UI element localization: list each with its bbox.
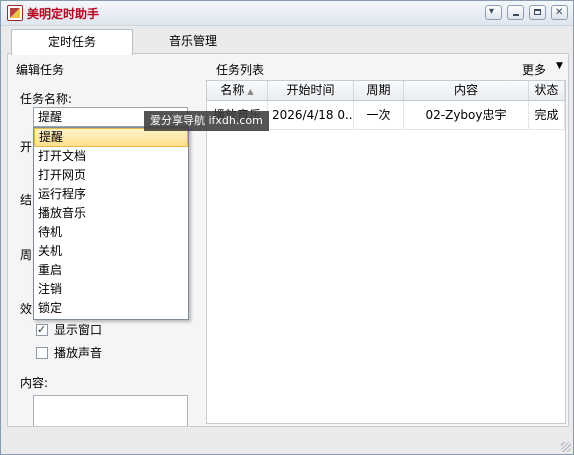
task-list-title: 任务列表 [216,63,265,77]
dropdown-option-shutdown[interactable]: 关机 [34,242,188,261]
dropdown-option-run-program[interactable]: 运行程序 [34,185,188,204]
app-window: 美明定时助手 定时任务 音乐管理 编辑任务 任务名称: 开 结 周 效 提醒 爱… [0,0,574,455]
play-sound-option[interactable]: 播放声音 [36,345,102,361]
task-type-dropdown-list: 提醒 打开文档 打开网页 运行程序 播放音乐 待机 关机 重启 注销 锁定 [33,127,189,320]
column-header-cycle[interactable]: 周期 [354,81,404,100]
more-menu-button[interactable]: 更多 [522,61,546,78]
dropdown-option-restart[interactable]: 重启 [34,261,188,280]
chevron-down-icon[interactable]: ▼ [556,61,563,71]
status-bar [1,428,573,454]
start-label-partial: 开 [20,140,33,154]
tab-music-management[interactable]: 音乐管理 [133,29,253,53]
watermark-tooltip: 爱分享导航 ifxdh.com [144,111,269,131]
dropdown-option-open-document[interactable]: 打开文档 [34,147,188,166]
show-window-option[interactable]: 显示窗口 [36,322,102,338]
tab-panel: 编辑任务 任务名称: 开 结 周 效 提醒 爱分享导航 ifxdh.com 提醒… [7,53,569,427]
tab-scheduled-tasks[interactable]: 定时任务 [11,29,133,55]
column-header-start-time[interactable]: 开始时间 [268,81,354,100]
sort-ascending-icon: ▲ [247,87,254,96]
column-header-content[interactable]: 内容 [404,81,529,100]
content-textarea[interactable] [33,395,188,426]
resize-grip-icon[interactable] [561,442,571,452]
table-header: 名称 ▲ 开始时间 周期 内容 状态 [207,81,565,101]
show-window-label: 显示窗口 [54,323,103,337]
dropdown-option-logoff[interactable]: 注销 [34,280,188,299]
title-bar[interactable]: 美明定时助手 [1,1,573,26]
minimize-button[interactable] [507,5,524,20]
dropdown-option-open-webpage[interactable]: 打开网页 [34,166,188,185]
task-name-label: 任务名称: [20,92,73,106]
menu-dropdown-button[interactable] [485,5,502,20]
effect-label-partial: 效 [20,302,33,316]
dropdown-option-lock[interactable]: 锁定 [34,299,188,318]
play-sound-label: 播放声音 [54,346,103,360]
show-window-checkbox[interactable] [36,322,48,338]
close-button[interactable] [551,5,568,20]
dropdown-option-standby[interactable]: 待机 [34,223,188,242]
app-icon [7,5,23,21]
play-sound-checkbox[interactable] [36,347,48,359]
column-header-status[interactable]: 状态 [529,81,565,100]
edit-task-title: 编辑任务 [16,63,65,77]
cell-start-time: 2026/4/18 0... [268,101,354,129]
end-label-partial: 结 [20,193,33,207]
content-label: 内容: [20,376,49,390]
window-title: 美明定时助手 [27,7,100,21]
cell-cycle: 一次 [354,101,404,129]
cell-status: 完成 [529,101,565,129]
cycle-label-partial: 周 [20,248,33,262]
dropdown-option-play-music[interactable]: 播放音乐 [34,204,188,223]
cell-content: 02-Zyboy忠宇 [404,101,529,129]
column-header-name[interactable]: 名称 ▲ [207,81,268,100]
maximize-button[interactable] [529,5,546,20]
task-table: 名称▲ 开始时间 周期 内容 状态 播放音乐 2026/4/18 0... 一次… [206,80,566,424]
